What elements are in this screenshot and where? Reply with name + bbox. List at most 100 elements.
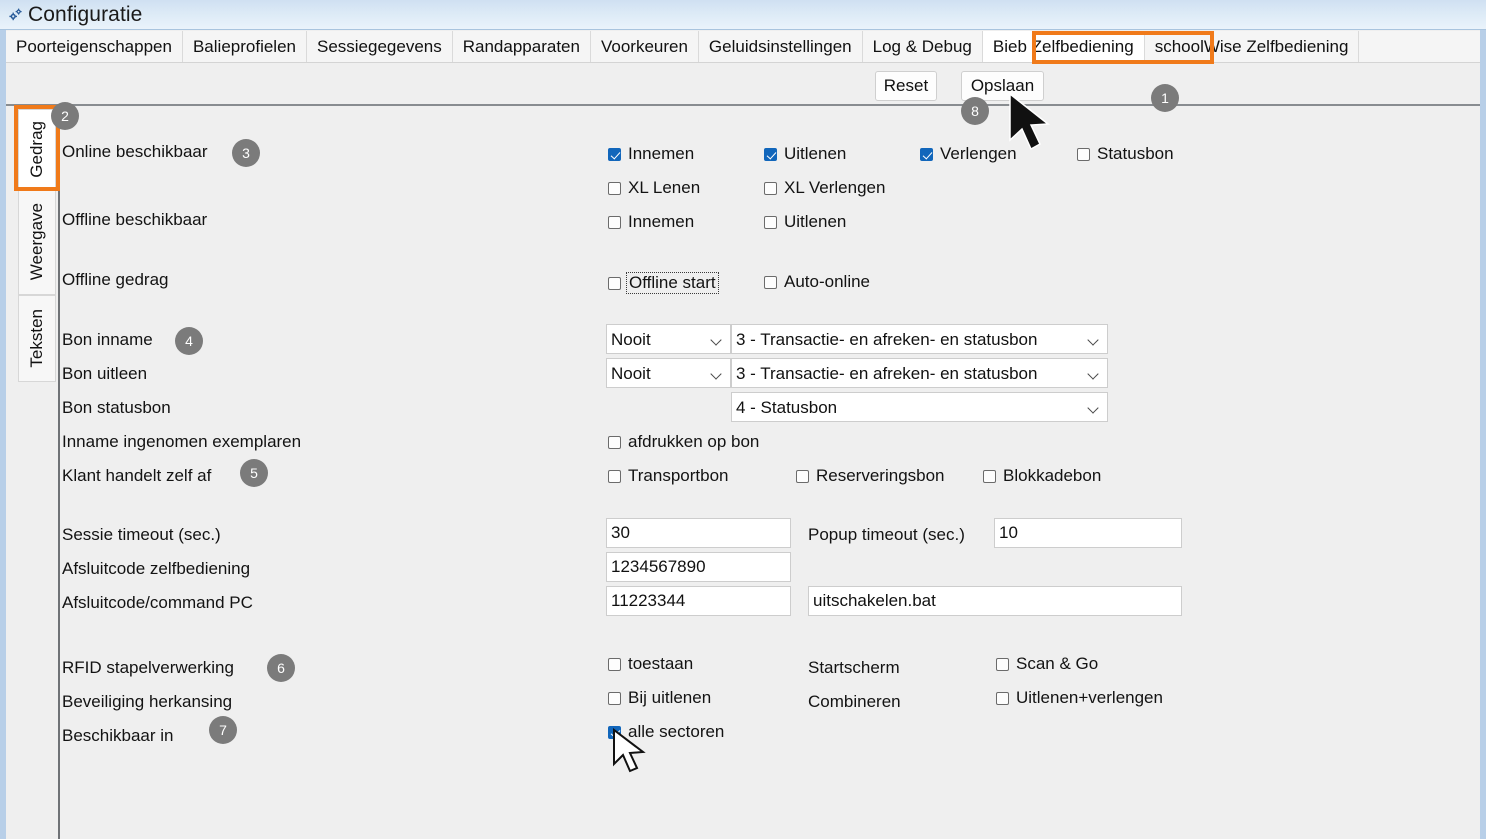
checkbox-box[interactable] xyxy=(764,147,777,161)
checkbox-reserveringsbon[interactable]: Reserveringsbon xyxy=(796,466,945,486)
configuration-window: Configuratie Poorteigenschappen Baliepro… xyxy=(0,0,1486,839)
checkbox-label: Blokkadebon xyxy=(1003,466,1102,485)
dropdown-bon-inname-frequentie[interactable]: Nooit xyxy=(606,324,731,354)
tab-label: Randapparaten xyxy=(462,36,580,56)
checkbox-label: XL Lenen xyxy=(628,178,701,197)
dropdown-bon-statusbon-type-wrap: 4 - Statusbon xyxy=(731,392,1108,422)
tab-label: Geluidsinstellingen xyxy=(708,36,852,56)
tab-bieb-zelfbediening[interactable]: Bieb Zelfbediening xyxy=(982,31,1145,62)
checkbox-box[interactable] xyxy=(608,215,621,229)
reset-button[interactable]: Reset xyxy=(875,71,937,101)
checkbox-box[interactable] xyxy=(920,147,933,161)
dropdown-bon-uitleen-frequentie[interactable]: Nooit xyxy=(606,358,731,388)
checkbox-transportbon[interactable]: Transportbon xyxy=(608,466,728,486)
checkbox-bij-uitlenen[interactable]: Bij uitlenen xyxy=(608,688,711,708)
checkbox-statusbon-online[interactable]: Statusbon xyxy=(1077,144,1174,164)
checkbox-auto-online[interactable]: Auto-online xyxy=(764,272,870,292)
checkbox-box[interactable] xyxy=(764,215,777,229)
gears-icon xyxy=(8,7,24,23)
tab-poorteigenschappen[interactable]: Poorteigenschappen xyxy=(6,31,183,62)
label-bon-uitleen: Bon uitleen xyxy=(62,364,148,383)
checkbox-label: Bij uitlenen xyxy=(628,688,712,707)
checkbox-label: Verlengen xyxy=(940,144,1017,163)
command-pc-input[interactable] xyxy=(808,586,1182,616)
sessie-timeout-input[interactable] xyxy=(606,518,791,548)
checkbox-innemen-online[interactable]: Innemen xyxy=(608,144,694,164)
checkbox-box[interactable] xyxy=(608,147,621,161)
checkbox-label: Innemen xyxy=(628,212,695,231)
tab-label: Voorkeuren xyxy=(600,36,688,56)
dropdown-bon-inname-frequentie-wrap: Nooit xyxy=(606,324,731,354)
tab-label: Balieprofielen xyxy=(192,36,296,56)
dropdown-bon-inname-type-wrap: 3 - Transactie- en afreken- en statusbon xyxy=(731,324,1108,354)
checkbox-label: alle sectoren xyxy=(628,722,725,741)
tab-label: Sessiegegevens xyxy=(316,36,442,56)
label-klant-handelt-zelf-af: Klant handelt zelf af xyxy=(62,466,212,485)
checkbox-alle-sectoren[interactable]: alle sectoren xyxy=(608,722,724,742)
tab-geluidsinstellingen[interactable]: Geluidsinstellingen xyxy=(698,31,863,62)
checkbox-label: toestaan xyxy=(628,654,694,673)
checkbox-box[interactable] xyxy=(608,725,621,739)
annotation-badge-1: 1 xyxy=(1151,84,1179,112)
checkbox-uitlenen-offline[interactable]: Uitlenen xyxy=(764,212,846,232)
checkbox-xl-verlengen[interactable]: XL Verlengen xyxy=(764,178,885,198)
checkbox-box[interactable] xyxy=(996,691,1009,705)
checkbox-box[interactable] xyxy=(608,657,621,671)
checkbox-box[interactable] xyxy=(1077,147,1090,161)
sidebar-tab-label: Teksten xyxy=(27,309,46,368)
dropdown-bon-inname-type[interactable]: 3 - Transactie- en afreken- en statusbon xyxy=(731,324,1108,354)
dropdown-bon-statusbon-type[interactable]: 4 - Statusbon xyxy=(731,392,1108,422)
checkbox-verlengen-online[interactable]: Verlengen xyxy=(920,144,1017,164)
sidebar-tab-label: Gedrag xyxy=(27,120,46,178)
checkbox-afdrukken-op-bon[interactable]: afdrukken op bon xyxy=(608,432,759,452)
checkbox-box[interactable] xyxy=(764,181,777,195)
label-beschikbaar-in: Beschikbaar in xyxy=(62,726,174,745)
tab-balieprofielen[interactable]: Balieprofielen xyxy=(182,31,307,62)
label-afsluitcode-command-pc: Afsluitcode/command PC xyxy=(62,593,253,612)
checkbox-label: Auto-online xyxy=(784,272,871,291)
sidebar-tab-teksten[interactable]: Teksten xyxy=(18,295,56,382)
tab-schoolwise-zelfbediening[interactable]: schoolWise Zelfbediening xyxy=(1144,31,1360,62)
annotation-badge-7: 7 xyxy=(209,716,237,744)
checkbox-uitlenen-online[interactable]: Uitlenen xyxy=(764,144,846,164)
label-rfid-stapelverwerking: RFID stapelverwerking xyxy=(62,658,234,677)
checkbox-box[interactable] xyxy=(608,276,621,290)
checkbox-box[interactable] xyxy=(983,469,996,483)
dropdown-bon-uitleen-type-wrap: 3 - Transactie- en afreken- en statusbon xyxy=(731,358,1108,388)
checkbox-toestaan[interactable]: toestaan xyxy=(608,654,693,674)
dropdown-bon-uitleen-type[interactable]: 3 - Transactie- en afreken- en statusbon xyxy=(731,358,1108,388)
checkbox-box[interactable] xyxy=(996,657,1009,671)
window-titlebar: Configuratie xyxy=(0,0,1486,30)
checkbox-box[interactable] xyxy=(608,435,621,449)
tab-randapparaten[interactable]: Randapparaten xyxy=(452,31,591,62)
checkbox-blokkadebon[interactable]: Blokkadebon xyxy=(983,466,1101,486)
sidebar-tab-gedrag[interactable]: Gedrag xyxy=(18,109,56,189)
label-offline-gedrag: Offline gedrag xyxy=(62,270,169,289)
tab-voorkeuren[interactable]: Voorkeuren xyxy=(590,31,699,62)
checkbox-box[interactable] xyxy=(608,469,621,483)
afsluitcode-command-input[interactable] xyxy=(606,586,791,616)
checkbox-box[interactable] xyxy=(608,181,621,195)
checkbox-xl-lenen[interactable]: XL Lenen xyxy=(608,178,700,198)
label-afsluitcode-zelfbediening: Afsluitcode zelfbediening xyxy=(62,559,251,578)
checkbox-label: Reserveringsbon xyxy=(816,466,945,485)
tab-log-debug[interactable]: Log & Debug xyxy=(862,31,983,62)
checkbox-label: Offline start xyxy=(629,273,716,292)
checkbox-box[interactable] xyxy=(764,275,777,289)
afsluitcode-zelfbediening-input[interactable] xyxy=(606,552,791,582)
checkbox-label: XL Verlengen xyxy=(784,178,886,197)
checkbox-innemen-offline[interactable]: Innemen xyxy=(608,212,694,232)
checkbox-label: Innemen xyxy=(628,144,695,163)
annotation-badge-8: 8 xyxy=(961,97,989,125)
popup-timeout-input[interactable] xyxy=(994,518,1182,548)
checkbox-offline-start[interactable]: Offline start xyxy=(608,272,719,294)
sidebar-tab-weergave[interactable]: Weergave xyxy=(18,189,56,295)
checkbox-scan-en-go[interactable]: Scan & Go xyxy=(996,654,1098,674)
checkbox-box[interactable] xyxy=(796,469,809,483)
tab-sessiegegevens[interactable]: Sessiegegevens xyxy=(306,31,453,62)
checkbox-uitlenen-verlengen[interactable]: Uitlenen+verlengen xyxy=(996,688,1163,708)
checkbox-label: Transportbon xyxy=(628,466,729,485)
checkbox-box[interactable] xyxy=(608,691,621,705)
dropdown-bon-uitleen-frequentie-wrap: Nooit xyxy=(606,358,731,388)
label-bon-inname: Bon inname xyxy=(62,330,153,349)
